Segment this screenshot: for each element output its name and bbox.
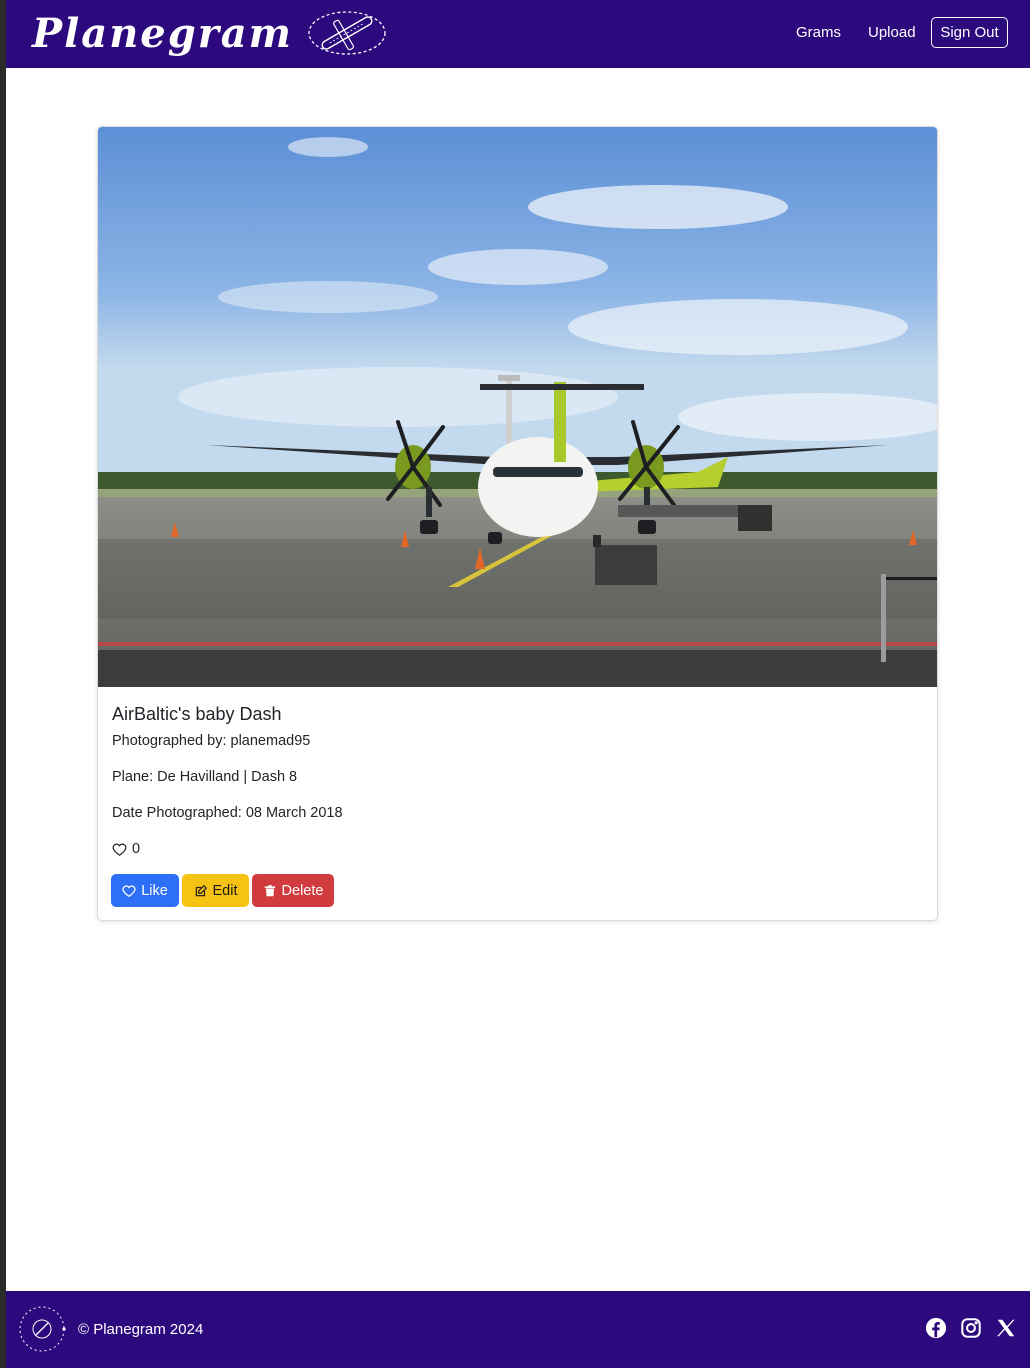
heart-icon bbox=[122, 884, 136, 897]
page: Planegram Grams Upload Sign Out AirBalti… bbox=[6, 0, 1030, 1368]
nav-link-grams[interactable]: Grams bbox=[796, 24, 841, 41]
navbar: Planegram Grams Upload Sign Out bbox=[6, 0, 1030, 68]
trash-icon bbox=[264, 884, 275, 896]
x-icon[interactable] bbox=[995, 1317, 1017, 1339]
like-count-value: 0 bbox=[132, 841, 141, 857]
instagram-icon[interactable] bbox=[960, 1317, 982, 1339]
footer: © Planegram 2024 bbox=[6, 1291, 1030, 1368]
heart-icon bbox=[112, 843, 127, 856]
aircraft-photo bbox=[98, 127, 937, 687]
airplane-logo-icon bbox=[308, 11, 386, 55]
edit-icon bbox=[195, 884, 207, 896]
planegram-badge-icon bbox=[19, 1306, 66, 1352]
facebook-icon[interactable] bbox=[925, 1317, 947, 1339]
like-button-label: Like bbox=[141, 882, 168, 899]
sign-out-button[interactable]: Sign Out bbox=[931, 17, 1008, 48]
copyright-text: © Planegram 2024 bbox=[78, 1321, 204, 1338]
like-count: 0 bbox=[112, 841, 140, 857]
brand[interactable]: Planegram bbox=[32, 8, 387, 58]
delete-button[interactable]: Delete bbox=[252, 874, 334, 907]
gram-card: AirBaltic's baby Dash Photographed by: p… bbox=[97, 126, 938, 921]
edit-button[interactable]: Edit bbox=[182, 874, 249, 907]
gram-title: AirBaltic's baby Dash bbox=[112, 704, 282, 724]
photographer-text: Photographed by: planemad95 bbox=[112, 733, 311, 749]
brand-name: Planegram bbox=[32, 9, 294, 57]
delete-button-label: Delete bbox=[281, 882, 324, 899]
nav-link-upload[interactable]: Upload bbox=[868, 24, 916, 41]
date-text: Date Photographed: 08 March 2018 bbox=[112, 805, 343, 821]
edit-button-label: Edit bbox=[212, 882, 238, 899]
plane-text: Plane: De Havilland | Dash 8 bbox=[112, 769, 298, 785]
like-button[interactable]: Like bbox=[111, 874, 179, 907]
